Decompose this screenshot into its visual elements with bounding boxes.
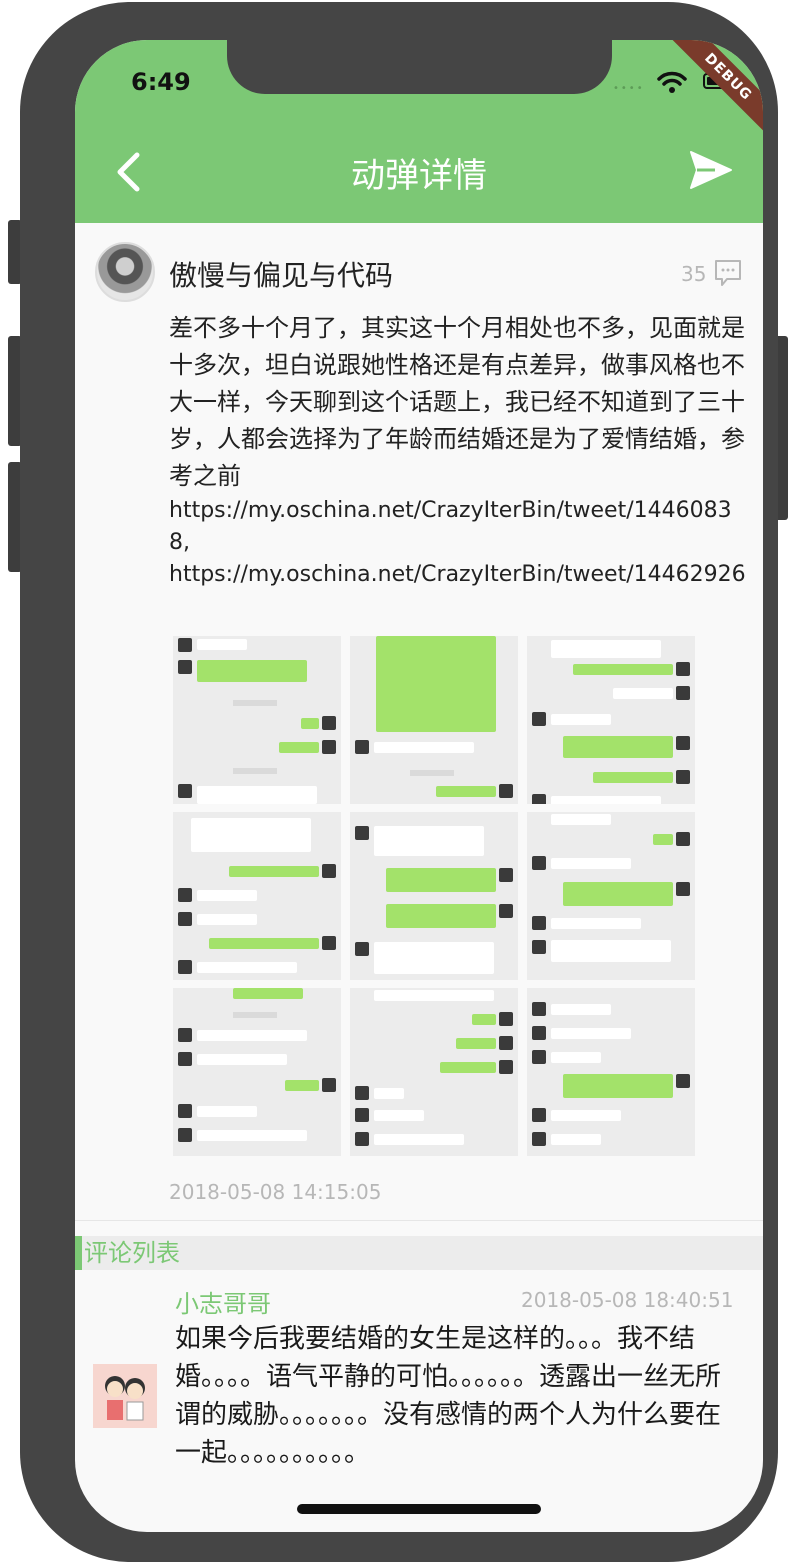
commenter-name[interactable]: 小志哥哥 <box>175 1284 271 1319</box>
post-image[interactable] <box>527 636 695 804</box>
notch <box>227 40 612 94</box>
send-icon[interactable] <box>689 150 733 190</box>
post-link[interactable]: https://my.oschina.net/CrazyIterBin/twee… <box>169 559 749 591</box>
home-indicator[interactable] <box>297 1504 541 1514</box>
post-image[interactable] <box>527 812 695 980</box>
post-image[interactable] <box>350 812 518 980</box>
post-image[interactable] <box>173 988 341 1156</box>
comments-section-header: 评论列表 <box>75 1236 763 1270</box>
post-image[interactable] <box>527 988 695 1156</box>
status-time: 6:49 <box>131 68 191 96</box>
author-avatar[interactable] <box>95 242 155 302</box>
app-bar: 6:49 •••• DEBUG 动弹详情 <box>75 40 763 223</box>
post-content: 差不多十个月了，其实这十个月相处也不多，见面就是十多次，坦白说跟她性格还是有点差… <box>169 310 749 591</box>
post-image-grid <box>173 636 695 1156</box>
cartoon-avatar-icon <box>93 1364 157 1428</box>
post-image[interactable] <box>350 988 518 1156</box>
comment-count: 35 <box>681 262 707 286</box>
post-image[interactable] <box>173 636 341 804</box>
screen: 6:49 •••• DEBUG 动弹详情 傲慢与偏见与代码 35 差不多十个月了… <box>75 40 763 1532</box>
comment-icon[interactable] <box>713 258 743 288</box>
comment-text: 如果今后我要结婚的女生是这样的。。。我不结婚。。。。语气平静的可怕。。。。。。透… <box>175 1324 722 1468</box>
commenter-avatar[interactable] <box>93 1364 157 1428</box>
author-name[interactable]: 傲慢与偏见与代码 <box>169 254 393 294</box>
wifi-icon <box>657 71 687 93</box>
comment-timestamp: 2018-05-08 18:40:51 <box>521 1288 734 1312</box>
post-text: 差不多十个月了，其实这十个月相处也不多，见面就是十多次，坦白说跟她性格还是有点差… <box>169 314 745 490</box>
page-title: 动弹详情 <box>351 156 487 196</box>
divider <box>75 1220 763 1221</box>
post-image[interactable] <box>350 636 518 804</box>
phone-frame: 6:49 •••• DEBUG 动弹详情 傲慢与偏见与代码 35 差不多十个月了… <box>20 2 778 1562</box>
post-link[interactable]: https://my.oschina.net/CrazyIterBin/twee… <box>169 495 749 559</box>
post-image[interactable] <box>173 812 341 980</box>
section-title: 评论列表 <box>84 1239 180 1267</box>
post-timestamp: 2018-05-08 14:15:05 <box>169 1180 382 1204</box>
signal-icon: •••• <box>613 83 645 94</box>
